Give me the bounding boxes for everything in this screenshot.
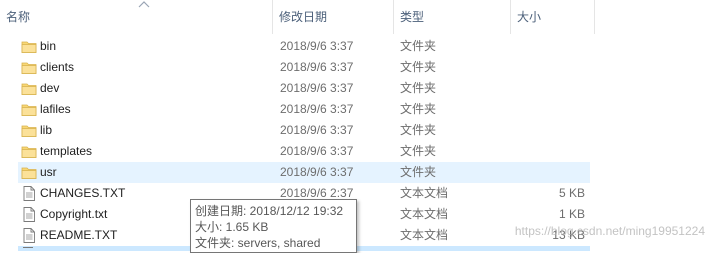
list-item[interactable]: usr 2018/9/6 3:37 文件夹 (0, 162, 715, 183)
text-file-icon (21, 207, 37, 222)
file-type: 文本文档 (400, 228, 449, 242)
file-size (511, 57, 585, 78)
file-type: 文本文档 (400, 207, 449, 221)
folder-icon (21, 165, 37, 180)
file-name: bin (40, 39, 57, 53)
folder-icon (21, 123, 37, 138)
list-item[interactable]: clients 2018/9/6 3:37 文件夹 (0, 57, 715, 78)
file-name: lib (40, 123, 53, 137)
folder-icon (21, 39, 37, 54)
file-type: 文件夹 (400, 60, 437, 74)
file-date: 2018/9/6 3:37 (280, 81, 354, 95)
list-item[interactable]: templates 2018/9/6 3:37 文件夹 (0, 141, 715, 162)
file-date: 2018/9/6 3:37 (280, 102, 354, 116)
file-date: 2018/9/6 3:37 (280, 165, 354, 179)
file-size: 1 KB (558, 207, 585, 221)
sort-ascending-icon (138, 1, 150, 8)
tooltip-size: 大小: 1.65 KB (195, 220, 269, 234)
file-name: Copyright.txt (40, 207, 108, 221)
tooltip-folders: 文件夹: servers, shared (195, 236, 321, 250)
file-size (511, 162, 585, 183)
folder-icon (21, 144, 37, 159)
file-type: 文件夹 (400, 39, 437, 53)
folder-icon (21, 102, 37, 117)
file-date: 2018/9/6 3:37 (280, 123, 354, 137)
text-file-icon (23, 247, 33, 252)
file-date: 2018/9/6 3:37 (280, 39, 354, 53)
watermark: https://blog.csdn.net/ming19951224 (514, 224, 705, 238)
file-name: lafiles (40, 102, 71, 116)
file-size (511, 78, 585, 99)
file-size (511, 99, 585, 120)
file-size (511, 36, 585, 57)
file-type: 文件夹 (400, 144, 437, 158)
file-name: clients (40, 60, 75, 74)
file-date: 2018/9/6 3:37 (280, 144, 354, 158)
folder-icon (21, 60, 37, 75)
file-name: templates (40, 144, 93, 158)
list-item[interactable]: lafiles 2018/9/6 3:37 文件夹 (0, 99, 715, 120)
folder-icon (21, 81, 37, 96)
file-list: bin 2018/9/6 3:37 文件夹 clients 2018/9/6 3:37 文… (0, 36, 715, 246)
list-item[interactable]: dev 2018/9/6 3:37 文件夹 (0, 78, 715, 99)
column-header-date[interactable]: 修改日期 (273, 0, 394, 34)
file-type: 文本文档 (400, 186, 449, 200)
list-item[interactable]: bin 2018/9/6 3:37 文件夹 (0, 36, 715, 57)
text-file-icon (21, 228, 37, 243)
list-item[interactable]: CHANGES.TXT 2018/9/6 2:37 文本文档 5 KB (0, 183, 715, 204)
file-size (511, 141, 585, 162)
file-type: 文件夹 (400, 165, 437, 179)
file-date: 2018/9/6 3:37 (280, 60, 354, 74)
file-info-tooltip: 创建日期: 2018/12/12 19:32 大小: 1.65 KB 文件夹: … (190, 199, 357, 253)
file-name: dev (40, 81, 60, 95)
file-size (511, 120, 585, 141)
column-header-size[interactable]: 大小 (511, 0, 595, 34)
text-file-icon (21, 186, 37, 201)
file-type: 文件夹 (400, 102, 437, 116)
file-name: README.TXT (40, 228, 118, 242)
list-item[interactable]: Copyright.txt2018/9/6 2:37文本文档1 KB (0, 204, 715, 225)
list-item[interactable]: lib 2018/9/6 3:37 文件夹 (0, 120, 715, 141)
column-header: 名称 修改日期 类型 大小 (0, 0, 715, 34)
file-name: usr (40, 165, 57, 179)
file-type: 文件夹 (400, 81, 437, 95)
column-header-type[interactable]: 类型 (394, 0, 511, 34)
file-type: 文件夹 (400, 123, 437, 137)
tooltip-created: 创建日期: 2018/12/12 19:32 (195, 204, 344, 218)
file-name: CHANGES.TXT (40, 186, 126, 200)
file-size: 5 KB (558, 186, 585, 200)
